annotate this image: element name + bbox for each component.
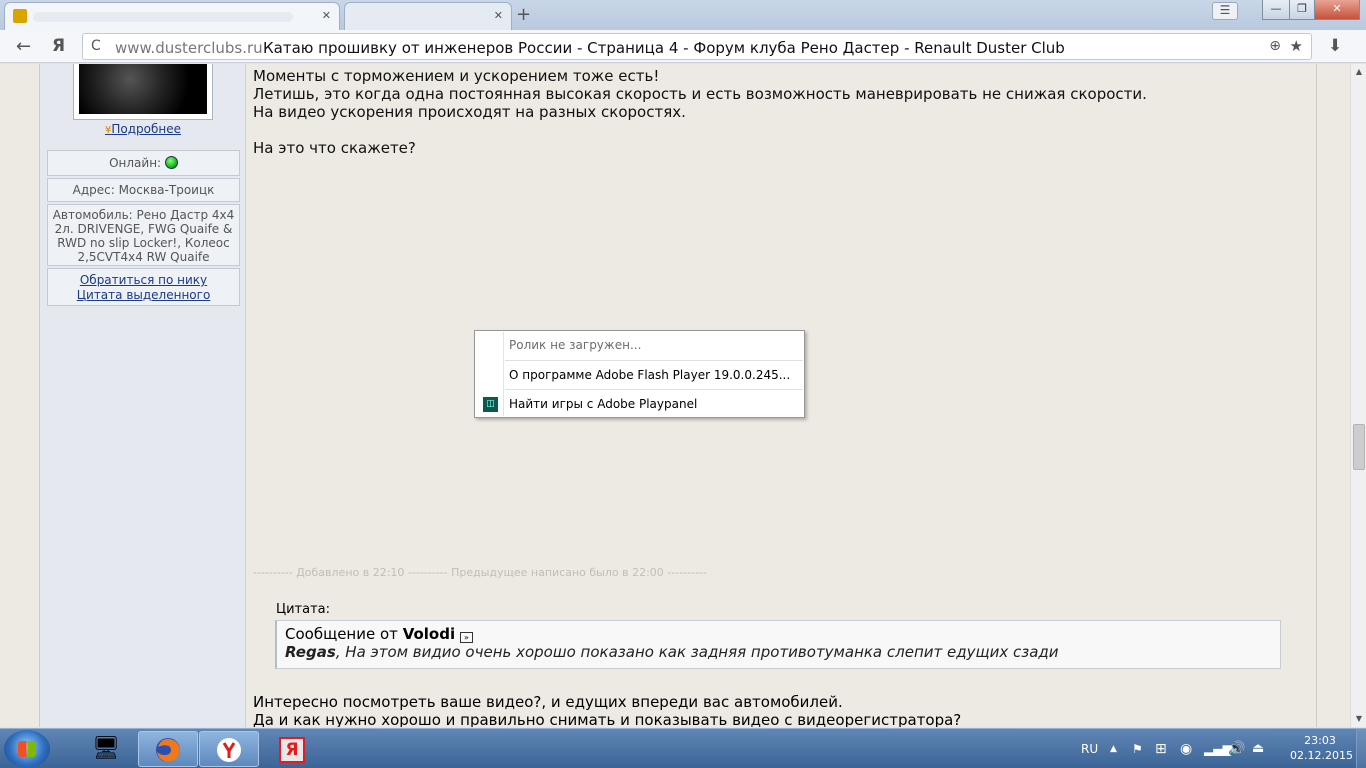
menu-item-playpanel[interactable]: ◫ Найти игры с Adobe Playpanel [477,391,802,417]
more-details-link[interactable]: ¥Подробнее [40,122,246,136]
new-tab-button[interactable]: + [516,4,531,25]
page-scrollbar[interactable]: ▲ ▼ [1350,64,1366,727]
menu-item-movie-not-loaded: Ролик не загружен... [509,338,642,352]
quote-prefix: Сообщение от [285,625,398,643]
reload-icon[interactable]: C [91,38,101,54]
address-page-title: Катаю прошивку от инженеров России - Стр… [263,39,1065,57]
taskbar-yandex-browser[interactable] [199,731,259,767]
firefox-icon [156,738,180,762]
yandex-icon: Я [279,737,305,763]
taskbar-explorer[interactable]: 🖥 [76,731,136,767]
menu-separator [505,360,803,361]
show-desktop-button[interactable] [1356,729,1366,768]
start-button[interactable] [4,730,50,768]
tray-windows-icon[interactable]: ⊞ [1155,729,1167,768]
tray-flag-icon[interactable]: ⚑ [1132,729,1143,768]
tray-expand-icon[interactable]: ▲ [1110,729,1117,768]
view-post-icon[interactable]: » [459,632,473,643]
post-body: Моменты с торможением и ускорением тоже … [253,67,1313,157]
close-window-button[interactable]: ✕ [1314,0,1360,20]
scroll-down-arrow-icon[interactable]: ▼ [1351,711,1366,727]
online-label: Онлайн: [109,156,162,170]
reply-to-nick-link[interactable]: Обратиться по нику [48,273,239,288]
post-text-line: На видео ускорения происходят на разных … [253,103,686,121]
avatar-frame [73,64,213,120]
restore-button[interactable]: ❐ [1289,0,1315,20]
address-bar[interactable]: C www.dusterclubs.ru Катаю прошивку от и… [82,33,1312,60]
author-actions: Обратиться по нику Цитата выделенного [47,268,240,306]
author-car: Автомобиль: Рено Дастр 4x4 2л. DRIVENGE,… [47,204,240,266]
clock-time: 23:03 [1304,734,1336,747]
tab-title-redacted [355,12,485,22]
post-text-line: На это что скажете? [253,139,416,157]
scroll-thumb[interactable] [1353,424,1365,470]
author-address: Адрес: Москва-Троицк [47,178,240,202]
site-favicon-icon [13,9,27,23]
tab-strip: ✕ ✕ + ☰ — ❐ ✕ [0,0,1366,30]
online-status: Онлайн: [47,150,240,176]
author-car-line: 2л. DRIVENGE, FWG Quaife & [54,222,233,236]
page-border-right [1316,64,1317,727]
downloads-button[interactable]: ⬇ [1328,36,1342,56]
yandex-button[interactable]: Я [52,36,65,56]
avatar[interactable] [79,64,207,114]
author-car-line: RWD no slip Locker!, Колеос [57,236,230,250]
scroll-up-arrow-icon[interactable]: ▲ [1351,64,1366,80]
browser-tab[interactable]: ✕ [344,2,512,30]
tray-language[interactable]: RU [1081,729,1098,768]
bookmark-star-icon[interactable]: ★ [1290,37,1303,55]
browser-tab-active[interactable]: ✕ [4,2,340,30]
quote-text: , На этом видио очень хорошо показано ка… [335,643,1059,661]
quote-block: Сообщение от Volodi » Regas, На этом вид… [275,620,1281,669]
menu-separator [505,389,803,390]
back-button[interactable]: ← [16,36,31,57]
quote-author-link[interactable]: Volodi [403,625,455,643]
yandex-browser-icon [217,738,241,762]
taskbar-yandex[interactable]: Я [262,731,322,767]
author-car-line: Автомобиль: Рено Дастр 4x4 [52,208,235,222]
address-domain: www.dusterclubs.ru [115,39,263,57]
taskbar-firefox[interactable] [138,731,198,767]
quote-reply-name: Regas [285,643,336,661]
tab-close-icon[interactable]: ✕ [322,9,331,22]
author-car-line: 2,5CVT4x4 RW Quaife [77,250,210,264]
windows-logo-icon [18,741,36,757]
browser-menu-button[interactable]: ☰ [1212,2,1238,20]
clock-date: 02.12.2015 [1290,749,1353,762]
more-details-label[interactable]: Подробнее [111,122,181,136]
tray-app-icon[interactable]: ◉ [1180,729,1192,768]
browser-toolbar: ← Я C www.dusterclubs.ru Катаю прошивку … [0,30,1366,63]
author-address-text: Адрес: Москва-Троицк [72,183,215,197]
playpanel-icon: ◫ [483,397,498,412]
windows-taskbar: 🖥 Я RU ▲ ⚑ ⊞ ◉ ▂▄▆ 🔊 ⏏ 23:03 02.12.2015 [0,728,1366,768]
post-text-line: Моменты с торможением и ускорением тоже … [253,67,660,85]
tray-usb-icon[interactable]: ⏏ [1252,729,1264,768]
post-text-line: Интересно посмотреть ваше видео?, и едущ… [253,693,843,711]
explorer-icon: 🖥 [92,736,120,761]
merged-post-separator: ---------- Добавлено в 22:10 ---------- … [253,566,707,579]
tray-volume-icon[interactable]: 🔊 [1228,729,1245,768]
minimize-button[interactable]: — [1262,0,1290,20]
menu-item-playpanel-label: Найти игры с Adobe Playpanel [509,397,698,411]
post-text-line: Да и как нужно хорошо и правильно снимат… [253,711,962,727]
menu-item-about-flash[interactable]: О программе Adobe Flash Player 19.0.0.24… [477,362,802,388]
tab-close-icon[interactable]: ✕ [494,9,503,22]
post-text-line: Летишь, это когда одна постоянная высока… [253,85,1147,103]
tray-clock[interactable]: 23:03 02.12.2015 [1290,733,1353,763]
zoom-icon[interactable]: ⊕ [1269,38,1281,54]
quote-selected-link[interactable]: Цитата выделенного [48,288,239,303]
post-continuation: Интересно посмотреть ваше видео?, и едущ… [253,693,961,727]
post-author-sidebar: ¥Подробнее Онлайн: Адрес: Москва-Троицк … [40,64,246,727]
quote-label: Цитата: [276,602,330,617]
tab-title-redacted [33,12,293,22]
post-text-line [253,121,1313,139]
online-indicator-icon [164,156,178,169]
flash-context-menu: Ролик не загружен... О программе Adobe F… [474,330,805,418]
